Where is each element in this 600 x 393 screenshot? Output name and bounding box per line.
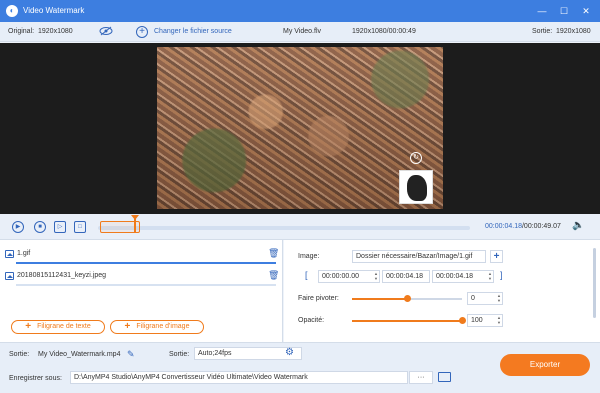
opacity-slider-knob[interactable] — [459, 317, 466, 324]
watermark-name: 1.gif — [17, 250, 31, 257]
rotate-slider-fill — [352, 298, 407, 300]
image-path-field[interactable]: Dossier nécessaire/Bazar/Image/1.gif — [352, 250, 486, 263]
start-time-field[interactable]: 00:00:00.00 ▲ ▼ — [318, 270, 380, 283]
total-time: /00:00:49.07 — [521, 223, 561, 230]
watermark-shape — [407, 175, 427, 201]
left-bracket-icon: [ — [305, 270, 308, 280]
original-label: Original: — [8, 28, 35, 35]
folder-icon[interactable] — [438, 372, 451, 382]
end-time-value: 00:00:04.18 — [436, 273, 473, 280]
browse-button[interactable]: ··· — [409, 371, 433, 384]
change-source-link[interactable]: Changer le fichier source — [154, 28, 232, 35]
watermark-name: 20180815112431_keyzi.jpeg — [17, 272, 107, 279]
spinner-arrows-icon[interactable]: ▲ ▼ — [497, 315, 501, 325]
trash-icon[interactable]: 🗑 — [268, 248, 279, 258]
end-time-field[interactable]: 00:00:04.18 ▲ ▼ — [432, 270, 494, 283]
source-meta: 1920x1080/00:00:49 — [352, 28, 416, 35]
title-bar: ◐ Video Watermark — ☐ ✕ — [0, 0, 600, 22]
time-readout: 00:00:04.18/00:00:49.07 — [485, 223, 561, 230]
output-filename: My Video_Watermark.mp4 — [38, 351, 121, 358]
format-label: Sortie: — [169, 351, 190, 358]
opacity-label: Opacité: — [298, 317, 325, 324]
close-button[interactable]: ✕ — [578, 3, 594, 19]
output-name-label: Sortie: — [9, 351, 30, 358]
plus-icon: + — [25, 321, 32, 332]
timeline-track[interactable] — [98, 226, 470, 230]
rotate-value: 0 — [471, 295, 475, 302]
list-item[interactable]: 1.gif 🗑 — [0, 244, 283, 266]
opacity-value: 100 — [471, 317, 483, 324]
mid-time-field[interactable]: 00:00:04.18 — [382, 270, 430, 283]
rotate-slider-knob[interactable] — [404, 295, 411, 302]
settings-scrollbar[interactable] — [593, 248, 596, 318]
play-icon[interactable]: ▶ — [12, 221, 24, 233]
rotate-slider[interactable] — [352, 295, 462, 302]
source-filename: My Video.flv — [283, 28, 321, 35]
image-label: Image: — [298, 253, 320, 260]
watermark-image-preview[interactable] — [399, 170, 433, 204]
item-underline — [16, 262, 276, 264]
image-icon — [5, 250, 14, 258]
current-time: 00:00:04.18 — [485, 223, 522, 230]
spinner-arrows-icon[interactable]: ▲ ▼ — [497, 293, 501, 303]
output-resolution: 1920x1080 — [556, 28, 591, 35]
next-frame-icon[interactable]: ▷ — [54, 221, 66, 233]
fullscreen-icon[interactable]: □ — [74, 221, 86, 233]
rotate-stepper[interactable]: 0 ▲ ▼ — [467, 292, 503, 305]
add-image-button[interactable]: + — [490, 250, 503, 263]
save-path-field[interactable]: D:\AnyMP4 Studio\AnyMP4 Convertisseur Vi… — [70, 371, 408, 384]
original-resolution: 1920x1080 — [38, 28, 73, 35]
export-button[interactable]: Exporter — [500, 354, 590, 376]
opacity-slider[interactable] — [352, 317, 466, 324]
maximize-button[interactable]: ☐ — [556, 3, 572, 19]
plus-icon: + — [124, 321, 131, 332]
list-item[interactable]: 20180815112431_keyzi.jpeg 🗑 — [0, 266, 283, 288]
spinner-arrows-icon[interactable]: ▲ ▼ — [374, 271, 378, 281]
image-icon — [5, 272, 14, 280]
spinner-arrows-icon[interactable]: ▲ ▼ — [488, 271, 492, 281]
minimize-button[interactable]: — — [534, 3, 550, 19]
info-bar: Original: 1920x1080 + Changer le fichier… — [0, 22, 600, 42]
opacity-slider-fill — [352, 320, 462, 322]
add-image-watermark-label: Filigrane d'image — [136, 323, 190, 330]
rotate-label: Faire pivoter: — [298, 295, 339, 302]
add-image-watermark-button[interactable]: + Filigrane d'image — [110, 320, 204, 334]
window-title: Video Watermark — [23, 6, 85, 15]
opacity-stepper[interactable]: 100 ▲ ▼ — [467, 314, 503, 327]
stop-icon[interactable]: ■ — [34, 221, 46, 233]
volume-icon[interactable]: 🔈 — [572, 220, 584, 231]
right-bracket-icon: ] — [500, 270, 503, 280]
app-logo-icon: ◐ — [6, 5, 18, 17]
add-text-watermark-button[interactable]: + Filigrane de texte — [11, 320, 105, 334]
item-underline — [16, 284, 276, 286]
output-res-label: Sortie: — [532, 28, 553, 35]
start-time-value: 00:00:00.00 — [322, 273, 359, 280]
settings-gear-icon[interactable]: ⚙ — [285, 347, 294, 358]
add-text-watermark-label: Filigrane de texte — [37, 323, 91, 330]
mid-time-value: 00:00:04.18 — [386, 273, 423, 280]
save-as-label: Enregistrer sous: — [9, 375, 62, 382]
rotate-handle-icon[interactable]: ↻ — [410, 152, 422, 164]
trash-icon[interactable]: 🗑 — [268, 270, 279, 280]
add-source-icon[interactable]: + — [136, 26, 148, 38]
eye-hidden-icon[interactable] — [99, 26, 113, 36]
edit-pencil-icon[interactable]: ✎ — [127, 349, 135, 360]
playhead[interactable] — [131, 215, 139, 233]
